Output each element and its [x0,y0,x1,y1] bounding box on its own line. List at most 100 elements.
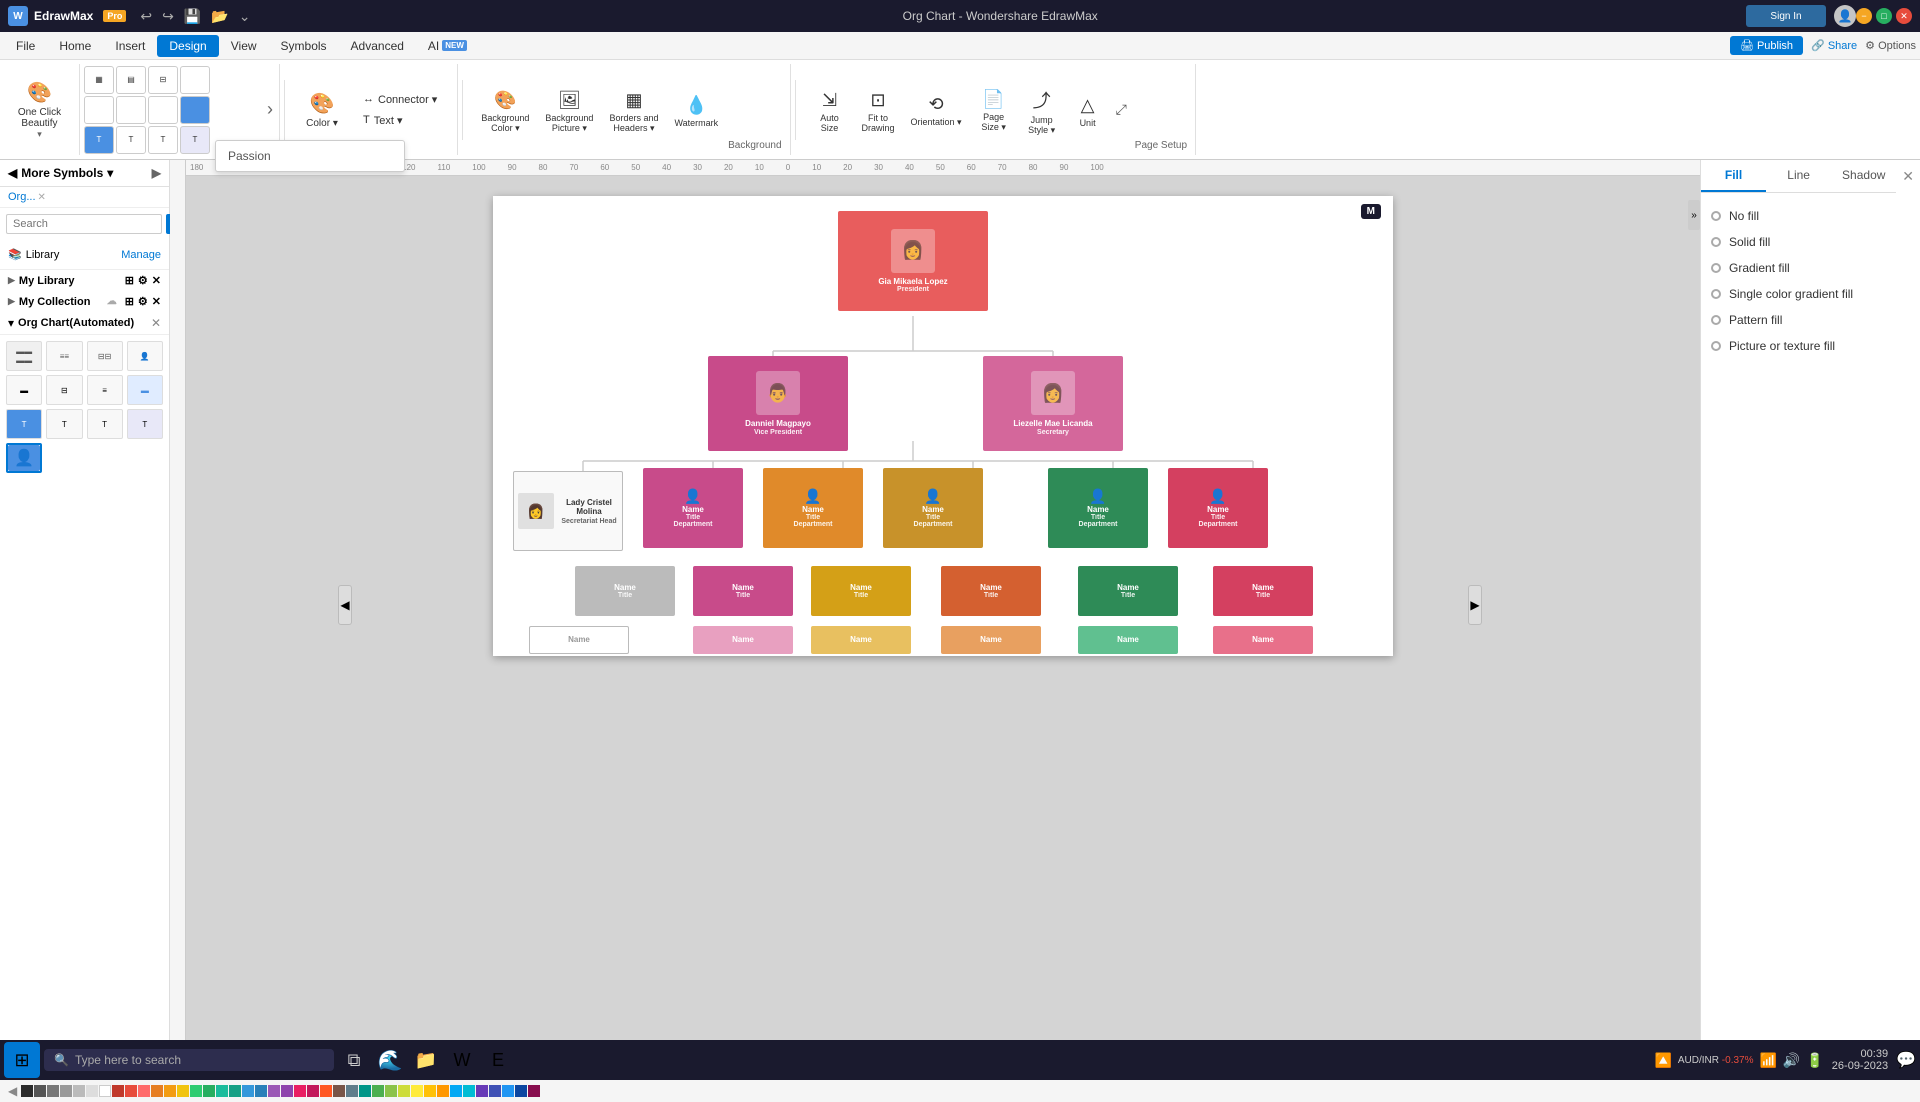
my-library-section[interactable]: ▶ My Library ⊞ ⚙ ✕ [0,270,169,291]
org-template-1[interactable]: ▬▬▬▬ [6,341,42,371]
style-btn-3[interactable]: ⊟ [148,66,178,94]
my-collection-section[interactable]: ▶ My Collection ☁ ⊞ ⚙ ✕ [0,291,169,312]
taskbar-edraw[interactable]: E [482,1044,514,1076]
fit-to-drawing-button[interactable]: ⊡ Fit toDrawing [856,83,901,139]
page-size-button[interactable]: 📄 PageSize ▾ [972,83,1016,139]
publish-button[interactable]: 🖨 Publish [1730,36,1803,55]
swatch-green[interactable] [190,1085,202,1097]
org-chart-caret[interactable]: ▾ [8,316,14,330]
right-panel-collapse-btn[interactable]: ▶ [1468,585,1482,625]
org-template-4[interactable]: 👤 [127,341,163,371]
swatch-yellow-2[interactable] [411,1085,423,1097]
beautify-dropdown[interactable]: ▾ [37,129,42,140]
president-node[interactable]: 👩 Gia Mikaela Lopez President [838,211,988,311]
org-template-8[interactable]: ▬ [127,375,163,405]
menu-file[interactable]: File [4,35,47,57]
watermark-button[interactable]: 💧 Watermark [668,84,724,140]
swatch-red-light[interactable] [138,1085,150,1097]
style-btn-2[interactable]: ▤ [116,66,146,94]
sub3-node[interactable]: Name Title [811,566,911,616]
menu-home[interactable]: Home [47,35,103,57]
swatch-red[interactable] [125,1085,137,1097]
name6-node[interactable]: Name [1213,626,1313,654]
swatch-pink-dark[interactable] [307,1085,319,1097]
tab-line[interactable]: Line [1766,160,1831,192]
panel-dropdown[interactable]: ▾ [107,166,113,180]
name3-node[interactable]: Name [811,626,911,654]
jump-style-button[interactable]: ⤴ JumpStyle ▾ [1020,83,1064,140]
dept4-node[interactable]: 👤 Name TitleDepartment [1048,468,1148,548]
sub6-node[interactable]: Name Title [1213,566,1313,616]
swatch-deep-purple[interactable] [476,1085,488,1097]
dept5-node[interactable]: 👤 Name TitleDepartment [1168,468,1268,548]
swatch-teal[interactable] [216,1085,228,1097]
org-template-10[interactable]: T [46,409,82,439]
my-library-settings[interactable]: ⚙ [138,274,148,287]
redo-button[interactable]: ↪ [158,6,178,27]
search-input[interactable] [6,214,162,234]
swatch-blue-dark[interactable] [255,1085,267,1097]
user-avatar[interactable]: 👤 [1834,5,1856,27]
style-btn-11[interactable]: T [148,126,178,154]
dept3-node[interactable]: 👤 Name TitleDepartment [883,468,983,548]
open-button[interactable]: 📂 [207,6,232,27]
canvas-area[interactable]: 180 170 160 150 140 130 120 110 100 90 8… [170,160,1700,1050]
sub5-node[interactable]: Name Title [1078,566,1178,616]
fill-radio-pattern[interactable] [1711,315,1721,325]
borders-headers-button[interactable]: ▦ Borders andHeaders ▾ [603,84,664,140]
battery-icon[interactable]: 🔋 [1806,1052,1823,1069]
right-panel-close-btn[interactable]: ✕ [1896,162,1920,191]
swatch-indigo[interactable] [489,1085,501,1097]
panel-collapse-right[interactable]: ▶ [152,166,161,180]
menu-symbols[interactable]: Symbols [269,35,339,57]
style-btn-6[interactable] [116,96,146,124]
fill-radio-picture[interactable] [1711,341,1721,351]
background-color-button[interactable]: 🎨 BackgroundColor ▾ [475,84,535,140]
org-template-2[interactable]: ≡≡ [46,341,82,371]
fill-radio-none[interactable] [1711,211,1721,221]
menu-view[interactable]: View [219,35,269,57]
swatch-green-2[interactable] [372,1085,384,1097]
fill-option-none[interactable]: No fill [1711,203,1910,229]
sub2-node[interactable]: Name Title [693,566,793,616]
taskbar-search[interactable]: 🔍 Type here to search [44,1049,334,1071]
datetime-display[interactable]: 00:39 26-09-2023 [1832,1048,1888,1072]
swatch-light-blue[interactable] [450,1085,462,1097]
swatch-orange-2[interactable] [437,1085,449,1097]
fill-option-pattern[interactable]: Pattern fill [1711,307,1910,333]
fill-option-solid[interactable]: Solid fill [1711,229,1910,255]
fill-option-picture[interactable]: Picture or texture fill [1711,333,1910,359]
network-icon[interactable]: 🔼 [1654,1052,1671,1069]
style-btn-10[interactable]: T [116,126,146,154]
tab-shadow[interactable]: Shadow [1831,160,1896,192]
auto-size-button[interactable]: ⇲ AutoSize [808,83,852,139]
swatch-purple-dark[interactable] [281,1085,293,1097]
swatch-red-dark[interactable] [112,1085,124,1097]
swatch-cyan[interactable] [463,1085,475,1097]
org-chart-close[interactable]: ✕ [151,316,161,330]
swatch-blue-gray[interactable] [346,1085,358,1097]
my-library-add[interactable]: ⊞ [125,274,134,287]
swatch-purple[interactable] [268,1085,280,1097]
name1-node[interactable]: Name [529,626,629,654]
signin-area[interactable]: Sign In [1746,5,1826,27]
taskbar-word[interactable]: W [446,1044,478,1076]
notification-icon[interactable]: 💬 [1896,1050,1916,1070]
start-button[interactable]: ⊞ [4,1042,40,1078]
swatch-yellow[interactable] [177,1085,189,1097]
swatch-lightest[interactable] [86,1085,98,1097]
beautify-more-btn[interactable]: › [265,97,275,122]
orientation-button[interactable]: ⟲ Orientation ▾ [905,83,968,139]
menu-ai[interactable]: AI NEW [416,35,479,57]
name2-node[interactable]: Name [693,626,793,654]
swatch-pink[interactable] [294,1085,306,1097]
library-manage[interactable]: Manage [121,249,161,261]
swatch-black[interactable] [21,1085,33,1097]
minimize-button[interactable]: − [1856,8,1872,24]
swatch-navy[interactable] [515,1085,527,1097]
library-header[interactable]: 📚 Library Manage [8,244,161,265]
my-library-close[interactable]: ✕ [152,274,161,287]
share-button[interactable]: 🔗 Share [1811,39,1857,52]
connector-dropdown[interactable]: ↔ Connector ▾ [359,91,441,108]
swatch-white[interactable] [99,1085,111,1097]
